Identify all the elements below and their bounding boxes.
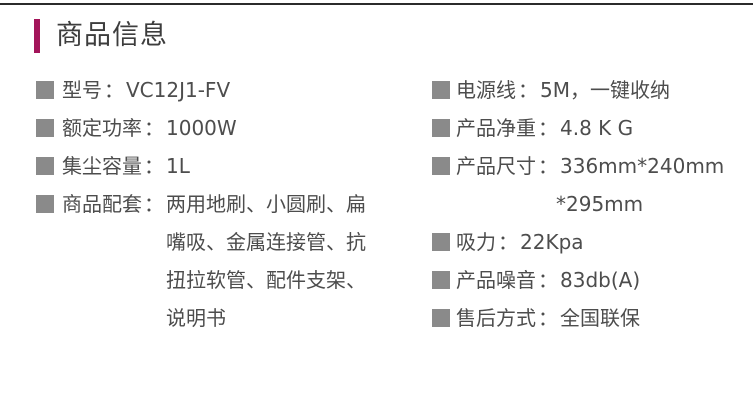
- spec-value: 5M，一键收纳: [540, 78, 670, 102]
- spec-label: 商品配套: [62, 192, 142, 216]
- square-bullet-icon: [36, 157, 54, 175]
- spec-label: 售后方式: [456, 306, 536, 330]
- spec-value-continuation: *295mm: [556, 192, 644, 216]
- spec-row-accessories: 商品配套 ： 两用地刷、小圆刷、扁 嘴吸、金属连接管、抗 扭拉软管、配件支架、 …: [36, 185, 411, 337]
- spec-label: 吸力: [456, 230, 496, 254]
- spec-row-after-sales: 售后方式 ： 全国联保: [432, 299, 747, 337]
- spec-separator: ：: [104, 78, 124, 102]
- spec-row-rated-power: 额定功率 ： 1000W: [36, 109, 411, 147]
- spec-separator: ：: [144, 154, 164, 178]
- spec-separator: ：: [144, 116, 164, 140]
- square-bullet-icon: [432, 81, 450, 99]
- spec-row-power-cord: 电源线 ： 5M，一键收纳: [432, 71, 747, 109]
- spec-row-dimensions: 产品尺寸 ： 336mm*240mm: [432, 147, 747, 185]
- spec-label: 型号: [62, 78, 102, 102]
- spec-value: 1L: [166, 154, 190, 178]
- square-bullet-icon: [36, 81, 54, 99]
- spec-value: 336mm*240mm: [560, 154, 725, 178]
- spec-column-left: 型号 ： VC12J1-FV 额定功率 ： 1000W 集尘容量 ： 1L 商品…: [36, 71, 411, 337]
- square-bullet-icon: [432, 157, 450, 175]
- spec-label: 额定功率: [62, 116, 142, 140]
- spec-value-multiline: 两用地刷、小圆刷、扁 嘴吸、金属连接管、抗 扭拉软管、配件支架、 说明书: [166, 185, 366, 337]
- spec-separator: ：: [518, 78, 538, 102]
- spec-value-line: 扭拉软管、配件支架、: [166, 268, 366, 292]
- section-header: 商品信息: [34, 16, 168, 56]
- spec-value: 22Kpa: [520, 230, 584, 254]
- spec-column-right: 电源线 ： 5M，一键收纳 产品净重 ： 4.8 K G 产品尺寸 ： 336m…: [432, 71, 747, 337]
- spec-row-net-weight: 产品净重 ： 4.8 K G: [432, 109, 747, 147]
- spec-label: 电源线: [456, 78, 516, 102]
- spec-row-model: 型号 ： VC12J1-FV: [36, 71, 411, 109]
- spec-value-line: 说明书: [166, 306, 226, 330]
- spec-label: 产品净重: [456, 116, 536, 140]
- spec-separator: ：: [498, 230, 518, 254]
- spec-label: 集尘容量: [62, 154, 142, 178]
- square-bullet-icon: [36, 195, 54, 213]
- spec-label: 产品噪音: [456, 268, 536, 292]
- spec-value: 1000W: [166, 116, 237, 140]
- spec-value-line: 两用地刷、小圆刷、扁: [166, 192, 366, 216]
- spec-separator: ：: [538, 306, 558, 330]
- spec-value: 4.8 K G: [560, 116, 634, 140]
- spec-row-suction: 吸力 ： 22Kpa: [432, 223, 747, 261]
- square-bullet-icon: [432, 119, 450, 137]
- spec-separator: ：: [538, 268, 558, 292]
- spec-label: 产品尺寸: [456, 154, 536, 178]
- spec-value-line: 嘴吸、金属连接管、抗: [166, 230, 366, 254]
- top-divider: [0, 3, 753, 5]
- spec-separator: ：: [144, 192, 164, 216]
- spec-row-noise: 产品噪音 ： 83db(A): [432, 261, 747, 299]
- spec-value: 83db(A): [560, 268, 641, 292]
- accent-bar: [34, 19, 40, 53]
- spec-separator: ：: [538, 154, 558, 178]
- spec-row-dust-capacity: 集尘容量 ： 1L: [36, 147, 411, 185]
- square-bullet-icon: [36, 119, 54, 137]
- square-bullet-icon: [432, 309, 450, 327]
- page-title: 商品信息: [56, 20, 168, 51]
- square-bullet-icon: [432, 271, 450, 289]
- spec-separator: ：: [538, 116, 558, 140]
- spec-value: VC12J1-FV: [126, 78, 231, 102]
- square-bullet-icon: [432, 233, 450, 251]
- spec-value: 全国联保: [560, 306, 640, 330]
